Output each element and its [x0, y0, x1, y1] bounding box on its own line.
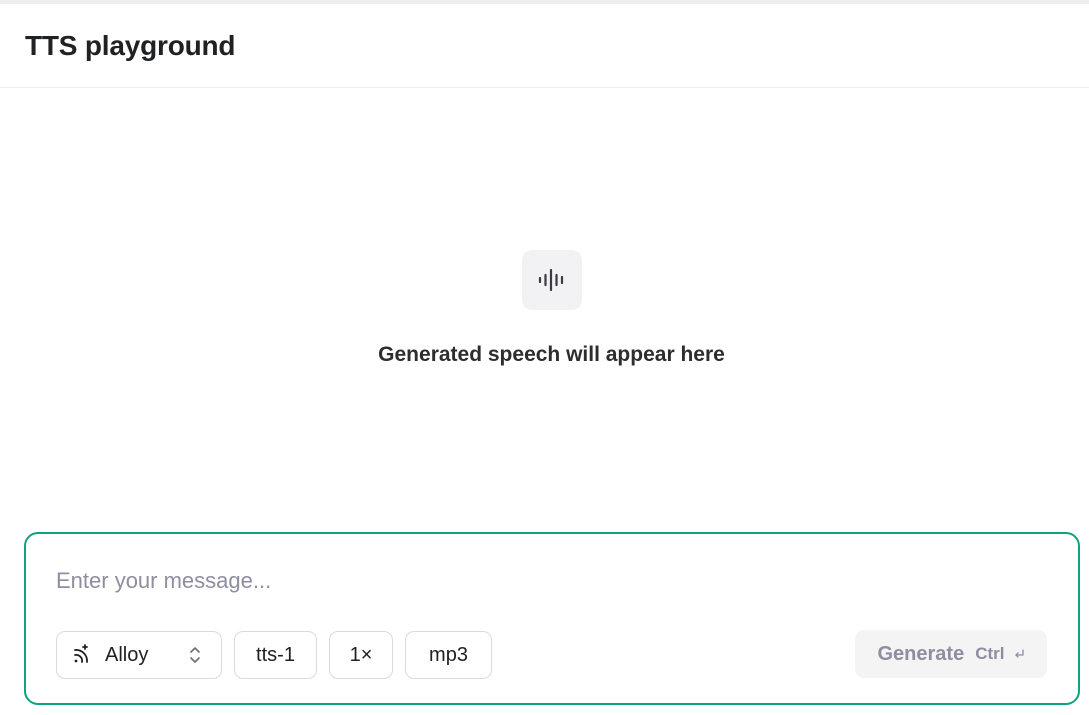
message-composer: Alloy tts-1 1× mp3 Generate Ctrl	[24, 532, 1080, 705]
page-header: TTS playground	[0, 4, 1089, 88]
empty-state: Generated speech will appear here	[0, 250, 1089, 367]
empty-state-message: Generated speech will appear here	[378, 343, 725, 366]
speed-select[interactable]: 1×	[329, 631, 393, 679]
model-select[interactable]: tts-1	[234, 631, 317, 679]
voice-select-label: Alloy	[105, 643, 149, 666]
model-select-label: tts-1	[256, 643, 295, 666]
shortcut-hint: Ctrl	[975, 644, 1005, 663]
message-input[interactable]	[56, 564, 1036, 598]
generate-button[interactable]: Generate Ctrl	[855, 630, 1047, 678]
format-select[interactable]: mp3	[405, 631, 492, 679]
voice-waves-icon	[71, 644, 91, 666]
audio-waveform-icon	[521, 250, 582, 310]
page-title: TTS playground	[25, 30, 236, 61]
enter-key-icon	[1013, 648, 1025, 660]
voice-select[interactable]: Alloy	[56, 631, 222, 679]
format-select-label: mp3	[429, 643, 468, 666]
chevron-up-down-icon	[189, 645, 201, 665]
speed-select-label: 1×	[349, 643, 373, 666]
generate-button-label: Generate	[877, 642, 965, 665]
